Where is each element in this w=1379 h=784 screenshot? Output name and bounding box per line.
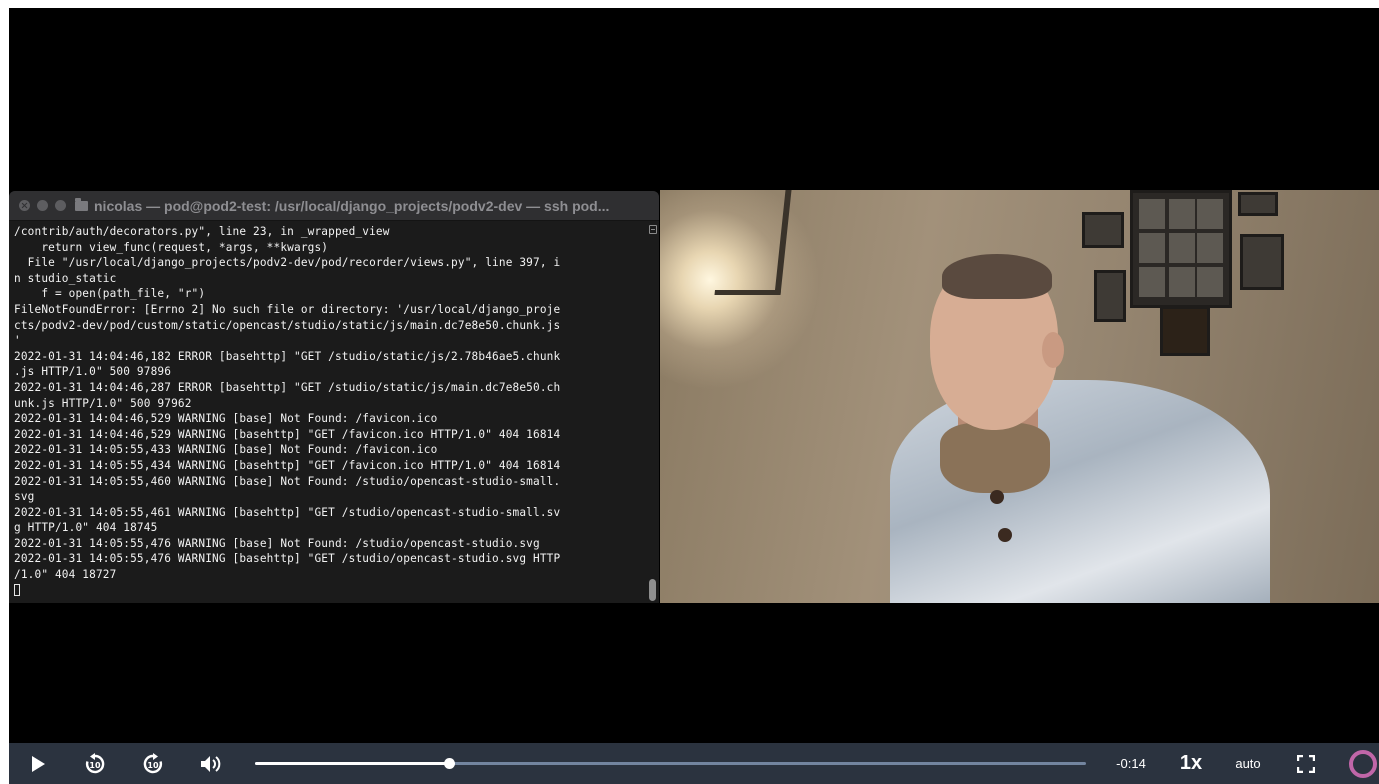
progress-bar[interactable]: [255, 758, 1086, 769]
volume-icon: [201, 755, 221, 772]
svg-text:10: 10: [147, 761, 159, 770]
terminal-line: 2022-01-31 14:04:46,529 WARNING [basehtt…: [14, 427, 561, 441]
person-sweater: [890, 380, 1270, 603]
remaining-time-display: -0:14: [1109, 743, 1153, 784]
progress-played: [255, 762, 449, 765]
terminal-line: unk.js HTTP/1.0" 500 97962: [14, 396, 192, 410]
terminal-line: f = open(path_file, "r"): [14, 287, 206, 301]
terminal-line: 2022-01-31 14:05:55,476 WARNING [basehtt…: [14, 552, 561, 566]
sweater-button: [990, 490, 1004, 504]
terminal-cursor: [14, 583, 20, 596]
terminal-line: File "/usr/local/django_projects/podv2-d…: [14, 256, 561, 270]
terminal-window: nicolas — pod@pod2-test: /usr/local/djan…: [9, 191, 659, 603]
quality-selector-button[interactable]: auto: [1227, 743, 1269, 784]
wall-picture: [1240, 234, 1284, 290]
video-player[interactable]: nicolas — pod@pod2-test: /usr/local/djan…: [9, 8, 1379, 784]
terminal-line: 2022-01-31 14:05:55,434 WARNING [basehtt…: [14, 458, 561, 472]
remaining-time: -0:14: [1116, 756, 1146, 771]
play-button[interactable]: [23, 743, 53, 784]
minimize-window-icon: [37, 200, 48, 211]
wall-mirror: [714, 190, 792, 295]
terminal-line: FileNotFoundError: [Errno 2] No such fil…: [14, 302, 561, 316]
terminal-line: ': [14, 334, 21, 348]
volume-button[interactable]: [195, 743, 227, 784]
terminal-line: cts/podv2-dev/pod/custom/static/opencast…: [14, 318, 561, 332]
terminal-titlebar: nicolas — pod@pod2-test: /usr/local/djan…: [9, 191, 659, 221]
webcam-view: [660, 190, 1379, 603]
progress-handle[interactable]: [444, 758, 455, 769]
wall-picture: [1160, 306, 1210, 356]
play-icon: [32, 755, 45, 772]
pod-logo-icon: [1349, 749, 1377, 778]
terminal-prompt-line: [14, 583, 642, 599]
terminal-line: n studio_static: [14, 271, 117, 285]
wall-picture: [1238, 192, 1278, 216]
terminal-line: g HTTP/1.0" 404 18745: [14, 521, 158, 535]
terminal-line: 2022-01-31 14:04:46,182 ERROR [basehttp]…: [14, 349, 561, 363]
playback-rate-button[interactable]: 1x: [1171, 743, 1211, 784]
terminal-output: /contrib/auth/decorators.py", line 23, i…: [14, 224, 642, 602]
terminal-scrollbar-thumb: [649, 579, 656, 601]
person-ear: [1042, 332, 1064, 368]
split-pane-icon: [649, 225, 657, 234]
terminal-line: 2022-01-31 14:05:55,461 WARNING [basehtt…: [14, 505, 561, 519]
playback-rate-label: 1x: [1179, 752, 1203, 774]
terminal-line: /1.0" 404 18727: [14, 568, 117, 582]
fullscreen-icon: [1297, 754, 1315, 773]
terminal-scrollbar: [649, 225, 657, 601]
replay-10-icon: 10: [85, 752, 105, 773]
close-window-icon: [19, 200, 30, 211]
terminal-line: 2022-01-31 14:05:55,433 WARNING [base] N…: [14, 443, 438, 457]
zoom-window-icon: [55, 200, 66, 211]
terminal-line: 2022-01-31 14:05:55,476 WARNING [base] N…: [14, 536, 540, 550]
terminal-line: /contrib/auth/decorators.py", line 23, i…: [14, 225, 390, 238]
terminal-line: 2022-01-31 14:04:46,529 WARNING [base] N…: [14, 412, 438, 426]
svg-text:10: 10: [89, 761, 101, 770]
terminal-line: .js HTTP/1.0" 500 97896: [14, 365, 172, 379]
wall-picture: [1082, 212, 1124, 248]
person-hair: [942, 254, 1052, 299]
forward-10-icon: 10: [143, 752, 163, 773]
terminal-line: 2022-01-31 14:04:46,287 ERROR [basehttp]…: [14, 380, 561, 394]
wall-picture-grid: [1130, 190, 1232, 308]
fullscreen-button[interactable]: [1293, 743, 1319, 784]
terminal-line: 2022-01-31 14:05:55,460 WARNING [base] N…: [14, 474, 561, 488]
terminal-title: nicolas — pod@pod2-test: /usr/local/djan…: [94, 197, 610, 214]
folder-icon: [75, 197, 88, 211]
sweater-collar: [940, 423, 1050, 493]
wall-picture: [1094, 270, 1126, 322]
rewind-10-button[interactable]: 10: [79, 743, 111, 784]
sweater-button: [998, 528, 1012, 542]
forward-10-button[interactable]: 10: [137, 743, 169, 784]
player-control-bar: 10 10 -0:14 1x auto: [9, 743, 1379, 784]
pod-logo-button[interactable]: [1347, 743, 1379, 784]
quality-label: auto: [1235, 756, 1261, 771]
terminal-line: svg: [14, 490, 35, 504]
terminal-line: return view_func(request, *args, **kwarg…: [14, 240, 329, 254]
